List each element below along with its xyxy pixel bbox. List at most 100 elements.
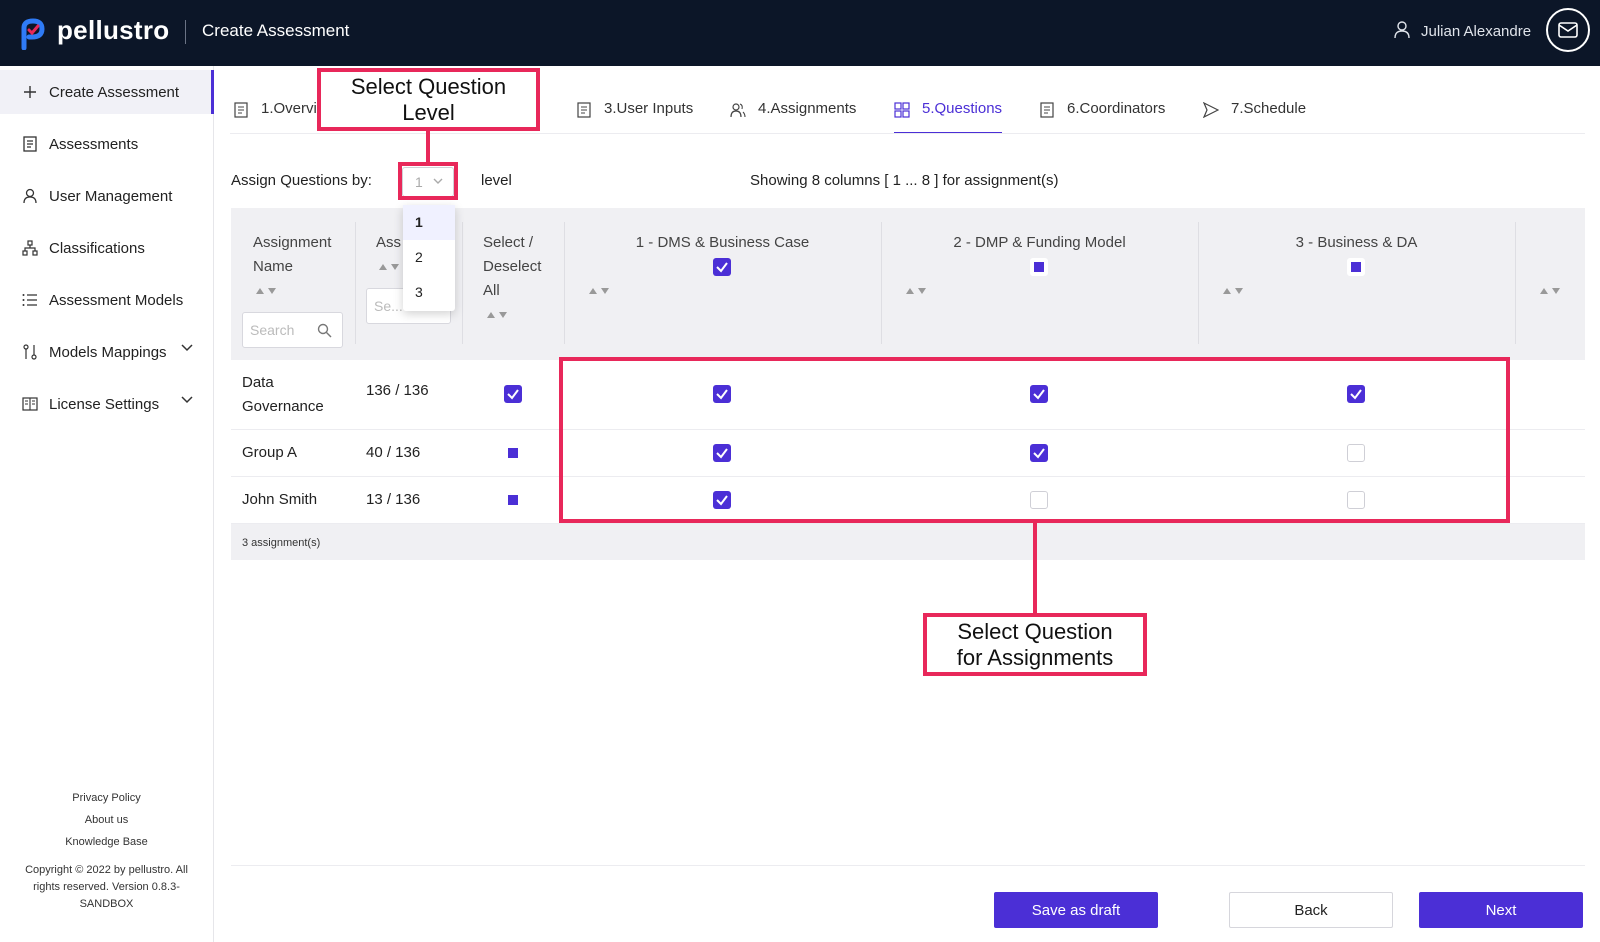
sort-icon[interactable] bbox=[1222, 286, 1244, 296]
tab-coordinators[interactable]: 6.Coordinators bbox=[1039, 100, 1165, 134]
grid-icon bbox=[894, 102, 910, 118]
tab-overview[interactable]: 1.Overvi bbox=[233, 100, 317, 134]
assignment-count-total: 3 assignment(s) bbox=[242, 537, 321, 549]
chevron-down-icon bbox=[181, 396, 193, 404]
annotation-text: Level bbox=[402, 100, 455, 125]
about-us-link[interactable]: About us bbox=[0, 814, 213, 826]
level-option[interactable]: 1 bbox=[403, 205, 455, 240]
row-select-checkbox[interactable] bbox=[504, 385, 522, 403]
header-question-col3: 3 - Business & DA bbox=[1295, 234, 1418, 251]
level-option[interactable]: 3 bbox=[403, 275, 455, 310]
annotation-text: for Assignments bbox=[956, 645, 1114, 670]
tab-label: 7.Schedule bbox=[1231, 100, 1307, 117]
save-draft-button[interactable]: Save as draft bbox=[994, 892, 1158, 928]
copyright-line: rights reserved. Version 0.8.3- bbox=[33, 881, 180, 893]
sort-icon[interactable] bbox=[905, 286, 927, 296]
column-divider bbox=[355, 222, 356, 344]
assignment-name: Governance bbox=[242, 398, 324, 415]
tabs-divider bbox=[230, 133, 1585, 134]
sort-icon[interactable] bbox=[486, 310, 508, 320]
sidebar-item-assessments[interactable]: Assessments bbox=[0, 122, 213, 166]
sidebar: Create Assessment Assessments User Manag… bbox=[0, 66, 214, 942]
user-name[interactable]: Julian Alexandre bbox=[1421, 23, 1531, 40]
sidebar-item-user-management[interactable]: User Management bbox=[0, 174, 213, 218]
sort-icon[interactable] bbox=[255, 286, 277, 296]
annotation-highlight bbox=[559, 357, 1510, 523]
sidebar-item-create-assessment[interactable]: Create Assessment bbox=[0, 70, 214, 114]
mapping-icon bbox=[22, 344, 38, 360]
document-icon bbox=[1040, 102, 1054, 118]
check-icon bbox=[507, 389, 519, 400]
sidebar-item-label: License Settings bbox=[49, 395, 160, 413]
tab-label: 4.Assignments bbox=[758, 100, 857, 117]
top-bar: pellustro Create Assessment Julian Alexa… bbox=[0, 0, 1600, 66]
user-icon bbox=[22, 188, 38, 204]
header-select-all: Select / bbox=[483, 234, 534, 251]
annotation-text: Select Question bbox=[957, 619, 1113, 644]
privacy-policy-link[interactable]: Privacy Policy bbox=[0, 792, 213, 804]
tab-assignments[interactable]: 4.Assignments bbox=[730, 100, 856, 134]
sidebar-item-classifications[interactable]: Classifications bbox=[0, 226, 213, 270]
footer-divider bbox=[231, 865, 1585, 866]
tab-questions[interactable]: 5.Questions bbox=[894, 100, 1003, 134]
document-icon bbox=[234, 102, 248, 118]
sidebar-item-license-settings[interactable]: License Settings bbox=[0, 382, 213, 426]
header-select-all: Deselect bbox=[483, 258, 542, 275]
search-icon bbox=[317, 323, 332, 338]
header-question-col1: 1 - DMS & Business Case bbox=[635, 234, 810, 251]
copyright-line: Copyright © 2022 by pellustro. All bbox=[25, 864, 188, 876]
sort-icon[interactable] bbox=[378, 262, 400, 272]
sidebar-item-label: Classifications bbox=[49, 239, 145, 257]
page-title: Create Assessment bbox=[202, 21, 350, 40]
sidebar-item-label: Create Assessment bbox=[49, 83, 180, 101]
back-button[interactable]: Back bbox=[1229, 892, 1393, 928]
annotation-connector bbox=[1033, 523, 1037, 613]
assignment-count: 13 / 136 bbox=[366, 491, 421, 508]
tab-schedule[interactable]: 7.Schedule bbox=[1203, 100, 1306, 134]
header-assignment-name: Name bbox=[253, 258, 294, 275]
row-select-checkbox[interactable] bbox=[504, 444, 522, 462]
column-divider bbox=[462, 222, 463, 344]
sidebar-item-label: User Management bbox=[49, 187, 173, 205]
row-select-checkbox[interactable] bbox=[504, 491, 522, 509]
showing-columns-text: Showing 8 columns [ 1 ... 8 ] for assign… bbox=[750, 172, 1059, 189]
sidebar-item-assessment-models[interactable]: Assessment Models bbox=[0, 278, 213, 322]
assignment-name: John Smith bbox=[242, 491, 318, 508]
brand-name: pellustro bbox=[57, 15, 170, 45]
assignment-name: Group A bbox=[242, 444, 298, 461]
assign-questions-label: Assign Questions by: bbox=[231, 172, 372, 189]
knowledge-base-link[interactable]: Knowledge Base bbox=[0, 836, 213, 848]
chevron-down-icon bbox=[181, 344, 193, 352]
search-input[interactable]: Search bbox=[242, 312, 343, 348]
level-dropdown-menu: 1 2 3 bbox=[403, 205, 455, 311]
users-icon bbox=[730, 103, 746, 118]
tab-label: 5.Questions bbox=[922, 100, 1003, 117]
sidebar-item-label: Models Mappings bbox=[49, 343, 167, 361]
header-select-all: All bbox=[483, 282, 500, 299]
header-checkbox-col1[interactable] bbox=[713, 258, 731, 276]
column-divider bbox=[1515, 222, 1516, 344]
level-option[interactable]: 2 bbox=[403, 240, 455, 275]
document-icon bbox=[577, 102, 591, 118]
plus-icon bbox=[22, 84, 38, 100]
header-assignment-name: Assignment bbox=[253, 234, 332, 251]
assignment-count: 136 / 136 bbox=[366, 382, 429, 399]
brand-divider bbox=[185, 20, 186, 44]
header-checkbox-col3[interactable] bbox=[1347, 258, 1365, 276]
header-assigned: Ass bbox=[376, 234, 402, 251]
hierarchy-icon bbox=[22, 240, 38, 256]
assignment-name: Data bbox=[242, 374, 274, 391]
sidebar-item-models-mappings[interactable]: Models Mappings bbox=[0, 330, 213, 374]
next-button[interactable]: Next bbox=[1419, 892, 1583, 928]
sort-icon[interactable] bbox=[588, 286, 610, 296]
search-placeholder: Se... bbox=[374, 298, 403, 314]
level-label: level bbox=[481, 172, 512, 189]
table-footer: 3 assignment(s) bbox=[231, 524, 1585, 560]
mail-button[interactable] bbox=[1546, 8, 1590, 52]
send-icon bbox=[1203, 102, 1219, 118]
header-question-col2: 2 - DMP & Funding Model bbox=[953, 234, 1126, 251]
tab-user-inputs[interactable]: 3.User Inputs bbox=[576, 100, 693, 134]
sort-icon[interactable] bbox=[1539, 286, 1561, 296]
header-checkbox-col2[interactable] bbox=[1030, 258, 1048, 276]
user-icon bbox=[1394, 21, 1410, 39]
